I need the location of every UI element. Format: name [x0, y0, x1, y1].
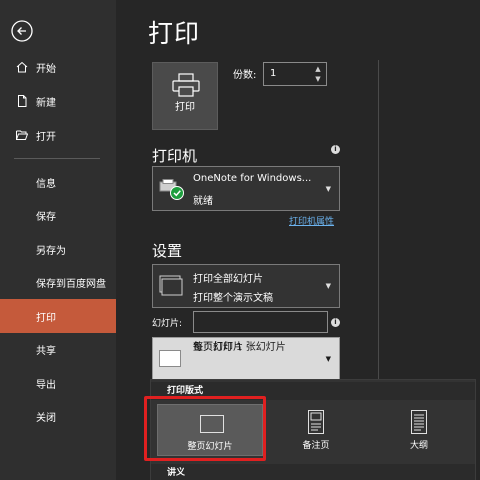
copies-label: 份数:	[233, 70, 257, 81]
chevron-down-icon: ▼	[325, 185, 331, 193]
printer-section-title: 打印机	[152, 147, 198, 165]
printer-status: 就绪	[193, 196, 213, 207]
sidebar-item-print[interactable]: 打印	[0, 299, 116, 333]
sidebar-item-label: 保存	[36, 211, 56, 223]
sidebar-item-label: 关闭	[36, 412, 56, 424]
layout-option-label: 备注页	[302, 441, 330, 451]
folder-open-icon	[16, 129, 29, 141]
copies-stepper[interactable]: 1 ▲ ▼	[263, 62, 327, 86]
chevron-down-icon: ▼	[325, 355, 331, 363]
sidebar-item-label: 打开	[36, 131, 56, 143]
sidebar-item-label: 信息	[36, 178, 56, 190]
layout-option-full-page[interactable]: 整页幻灯片	[157, 404, 263, 456]
layout-option-label: 大纲	[409, 441, 428, 451]
layout-option-notes-page[interactable]: 备注页	[263, 404, 369, 456]
backstage-sidebar: 开始 新建 打开 信息 保存 另存为 保存到百度网盘 打印 共享 导出 关闭	[0, 0, 116, 480]
settings-section-title: 设置	[152, 242, 183, 260]
outline-icon	[411, 410, 427, 434]
slides-range-subtitle: 打印整个演示文稿	[193, 293, 273, 304]
sidebar-item-new[interactable]: 新建	[0, 84, 116, 118]
sidebar-item-save-as[interactable]: 另存为	[0, 232, 116, 266]
print-layout-header: 打印版式	[151, 382, 475, 400]
sidebar-item-label: 共享	[36, 345, 56, 357]
sidebar-item-close[interactable]: 关闭	[0, 399, 116, 433]
notes-page-icon	[308, 410, 324, 434]
sidebar-item-label: 开始	[36, 63, 56, 75]
print-layout-dropdown[interactable]: 整页幻灯片 每页打印 1 张幻灯片 ▼	[152, 337, 340, 381]
sidebar-item-info[interactable]: 信息	[0, 165, 116, 199]
slides-stack-icon	[159, 275, 183, 296]
sidebar-item-save[interactable]: 保存	[0, 198, 116, 232]
sidebar-item-open[interactable]: 打开	[0, 118, 116, 152]
new-document-icon	[16, 95, 28, 107]
printer-properties-link[interactable]: 打印机属性	[289, 214, 334, 227]
sidebar-divider	[14, 158, 100, 159]
slides-input[interactable]	[193, 311, 328, 333]
full-page-slide-icon	[159, 350, 181, 367]
print-button[interactable]: 打印	[152, 62, 218, 130]
layout-option-label: 整页幻灯片	[187, 442, 233, 452]
layout-option-outline[interactable]: 大纲	[366, 404, 472, 456]
sidebar-item-share[interactable]: 共享	[0, 332, 116, 366]
full-page-slide-icon	[200, 415, 224, 433]
sidebar-item-label: 导出	[36, 379, 56, 391]
printer-icon	[172, 73, 200, 97]
sidebar-item-save-baidu[interactable]: 保存到百度网盘	[0, 265, 116, 299]
sidebar-item-label: 打印	[36, 312, 56, 324]
sidebar-item-export[interactable]: 导出	[0, 366, 116, 400]
sidebar-item-label: 另存为	[36, 245, 66, 257]
chevron-down-icon[interactable]: ▼	[314, 75, 322, 83]
print-button-label: 打印	[175, 102, 195, 113]
printer-dropdown[interactable]: OneNote for Windows... 就绪 ▼	[152, 166, 340, 211]
copies-value: 1	[270, 68, 277, 79]
sidebar-item-home[interactable]: 开始	[0, 50, 116, 84]
back-arrow-icon[interactable]	[11, 20, 33, 42]
handouts-header: 讲义	[151, 464, 475, 480]
chevron-down-icon: ▼	[325, 282, 331, 290]
slides-label: 幻灯片:	[152, 319, 183, 329]
info-icon[interactable]: i	[331, 318, 340, 327]
print-layout-popup: 打印版式 整页幻灯片 备注页 大纲 讲义	[150, 379, 476, 480]
layout-subtitle: 每页打印 1 张幻灯片	[193, 342, 286, 353]
preview-divider	[378, 60, 379, 380]
slides-range-title: 打印全部幻灯片	[193, 274, 263, 285]
info-icon[interactable]: i	[331, 145, 340, 154]
page-title: 打印	[148, 19, 201, 48]
printer-ready-icon	[159, 179, 184, 200]
slides-range-dropdown[interactable]: 打印全部幻灯片 打印整个演示文稿 ▼	[152, 264, 340, 308]
sidebar-item-label: 新建	[36, 97, 56, 109]
home-icon	[16, 61, 28, 73]
printer-name: OneNote for Windows...	[193, 173, 312, 184]
chevron-up-icon[interactable]: ▲	[314, 65, 322, 73]
sidebar-item-label: 保存到百度网盘	[36, 278, 106, 290]
